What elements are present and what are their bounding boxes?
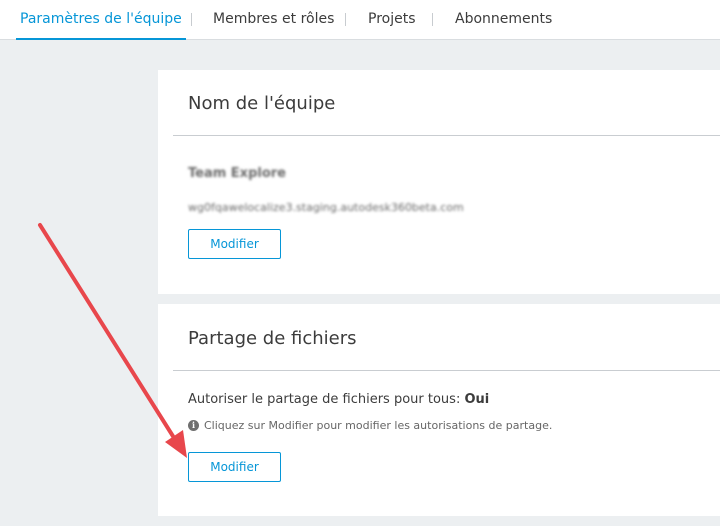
info-icon: i — [188, 420, 199, 431]
file-sharing-setting-value: Oui — [464, 392, 490, 407]
tab-subscriptions[interactable]: Abonnements — [455, 0, 552, 39]
file-sharing-setting: Autoriser le partage de fichiers pour to… — [188, 392, 489, 407]
tab-divider — [345, 13, 346, 26]
card-divider — [173, 135, 720, 136]
team-name-card: Nom de l'équipe Team Explore wg0fqaweloc… — [158, 70, 720, 294]
team-url-value: wg0fqawelocalize3.staging.autodesk360bet… — [188, 201, 464, 214]
annotation-arrow-shaft — [38, 223, 178, 443]
edit-file-sharing-button[interactable]: Modifier — [188, 452, 281, 482]
file-sharing-setting-label: Autoriser le partage de fichiers pour to… — [188, 392, 461, 407]
tab-members-roles[interactable]: Membres et rôles — [213, 0, 334, 39]
tab-divider — [191, 13, 192, 26]
file-sharing-hint: i Cliquez sur Modifier pour modifier les… — [188, 419, 552, 432]
team-name-value: Team Explore — [188, 166, 286, 181]
file-sharing-card-title: Partage de fichiers — [188, 328, 357, 349]
file-sharing-hint-text: Cliquez sur Modifier pour modifier les a… — [204, 419, 553, 432]
tab-projects[interactable]: Projets — [368, 0, 416, 39]
tab-team-settings[interactable]: Paramètres de l'équipe — [16, 0, 186, 40]
tab-divider — [432, 13, 433, 26]
team-name-card-title: Nom de l'équipe — [188, 93, 336, 114]
tab-bar: Paramètres de l'équipe Membres et rôles … — [0, 0, 720, 40]
file-sharing-card: Partage de fichiers Autoriser le partage… — [158, 304, 720, 516]
edit-team-name-button[interactable]: Modifier — [188, 229, 281, 259]
card-divider — [173, 370, 720, 371]
